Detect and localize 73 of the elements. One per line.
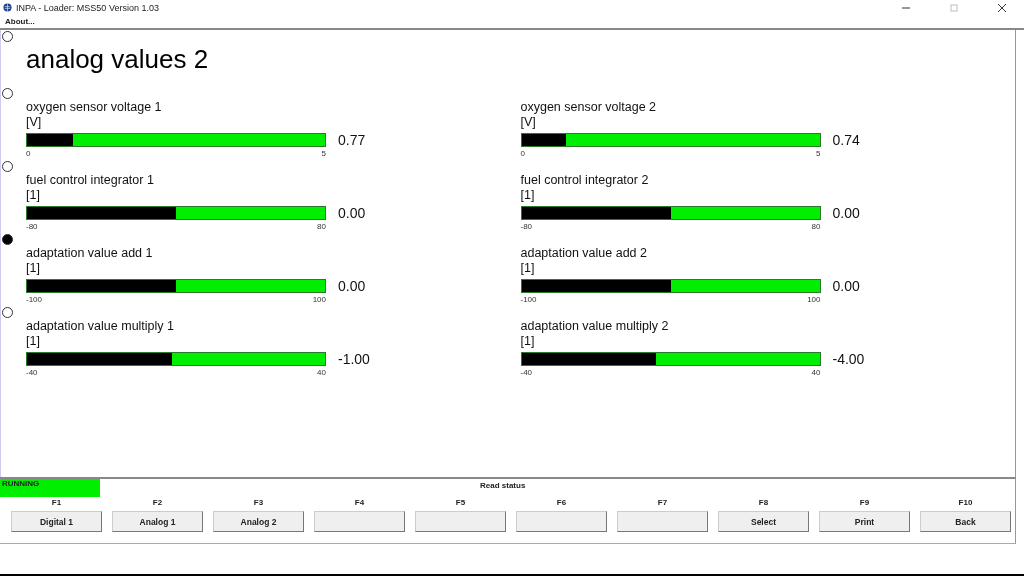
gauge-value: 0.74 — [832, 132, 860, 148]
status-message: Read status — [480, 481, 526, 490]
function-button[interactable]: Analog 2 — [213, 511, 304, 532]
key-label: F10 — [958, 498, 973, 507]
gauge-label: adaptation value add 1 — [26, 246, 153, 261]
key-label: F9 — [859, 498, 870, 507]
unit-label: [V] — [520, 115, 536, 130]
function-button[interactable]: Back — [920, 511, 1011, 532]
key-label: F8 — [758, 498, 769, 507]
key-label: F1 — [51, 498, 62, 507]
unit-label: [1] — [520, 261, 535, 276]
unit-label: [1] — [26, 261, 40, 276]
scale-max: 40 — [317, 368, 326, 377]
function-button[interactable] — [617, 511, 708, 532]
gauge-value: 0.00 — [338, 205, 366, 221]
radio-button[interactable] — [2, 234, 13, 245]
function-button[interactable] — [516, 511, 607, 532]
function-button[interactable]: Analog 1 — [112, 511, 203, 532]
gauge-value: -1.00 — [338, 351, 370, 367]
key-label: F7 — [657, 498, 668, 507]
unit-label: [1] — [520, 334, 535, 349]
function-button[interactable]: Select — [718, 511, 809, 532]
scale-min: -100 — [520, 295, 537, 304]
function-button[interactable] — [415, 511, 506, 532]
unit-label: [V] — [26, 115, 42, 130]
function-button[interactable]: Digital 1 — [11, 511, 102, 532]
gauge-value: 0.00 — [338, 278, 366, 294]
radio-button[interactable] — [2, 31, 13, 42]
gauge-value: 0.00 — [832, 205, 860, 221]
scale-max: 5 — [816, 149, 821, 158]
gauge-label: oxygen sensor voltage 1 — [26, 100, 162, 115]
scale-max: 5 — [321, 149, 326, 158]
scale-min: -40 — [520, 368, 533, 377]
key-label: F4 — [354, 498, 365, 507]
gauge-label: oxygen sensor voltage 2 — [520, 100, 656, 115]
page-heading: analog values 2 — [26, 44, 210, 76]
status-indicator: RUNNING — [0, 479, 100, 497]
function-button[interactable] — [314, 511, 405, 532]
key-label: F2 — [152, 498, 163, 507]
gauge-value: -4.00 — [832, 351, 865, 367]
unit-label: [1] — [520, 188, 535, 203]
maximize-icon — [950, 3, 958, 12]
unit-label: [1] — [26, 334, 40, 349]
scale-max: 40 — [811, 368, 821, 377]
function-button[interactable]: Print — [819, 511, 910, 532]
scale-max: 80 — [317, 222, 326, 231]
scale-min: 0 — [520, 149, 525, 158]
scale-max: 100 — [312, 295, 326, 304]
menu-item[interactable]: About... — [5, 17, 35, 26]
window-title: INPA - Loader: MSS50 Version 1.03 — [16, 2, 160, 13]
scale-min: -100 — [26, 295, 42, 304]
scale-min: 0 — [26, 149, 31, 158]
radio-button[interactable] — [2, 88, 13, 99]
gauge-value: 0.77 — [338, 132, 366, 148]
radio-button[interactable] — [2, 161, 13, 172]
gauge-label: adaptation value multiply 1 — [26, 319, 174, 334]
scale-min: -80 — [26, 222, 38, 231]
scale-max: 100 — [807, 295, 821, 304]
scale-max: 80 — [811, 222, 821, 231]
gauge-label: adaptation value multiply 2 — [520, 319, 669, 334]
unit-label: [1] — [26, 188, 40, 203]
key-label: F3 — [253, 498, 264, 507]
key-label: F5 — [455, 498, 466, 507]
key-label: F6 — [556, 498, 567, 507]
radio-button[interactable] — [2, 307, 13, 318]
globe-icon — [3, 3, 12, 12]
gauge-label: adaptation value add 2 — [520, 246, 647, 261]
close-icon — [998, 3, 1006, 12]
gauge-label: fuel control integrator 1 — [26, 173, 154, 188]
scale-min: -80 — [520, 222, 533, 231]
gauge-value: 0.00 — [832, 278, 860, 294]
scale-min: -40 — [26, 368, 38, 377]
gauge-label: fuel control integrator 2 — [520, 173, 649, 188]
